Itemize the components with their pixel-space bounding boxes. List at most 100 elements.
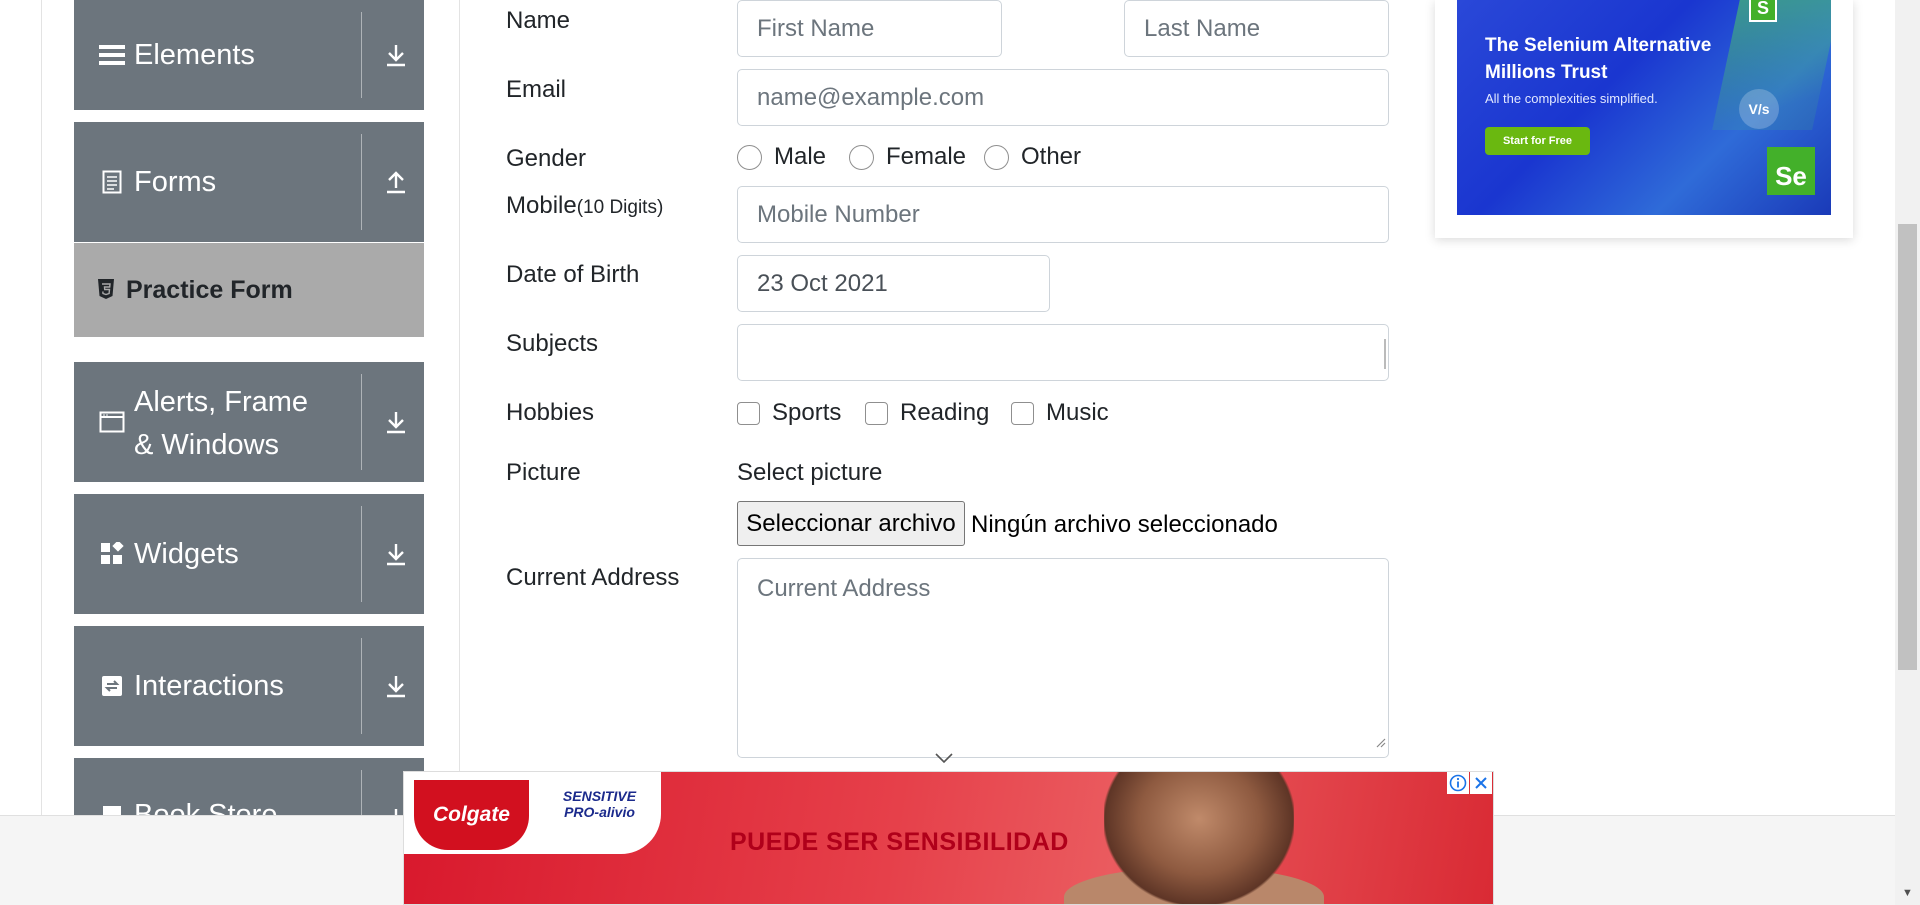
gender-label: Gender <box>506 145 587 172</box>
radio-circle[interactable] <box>737 144 762 170</box>
sidebar-group-label: Book Store <box>134 799 278 815</box>
ad-photo-woman <box>1104 772 1294 904</box>
sidebar-group-label: Widgets <box>134 537 239 570</box>
vs-badge: V/s <box>1739 89 1779 129</box>
sidebar-group-label: Alerts, Frame & Windows <box>134 386 309 461</box>
email-label: Email <box>506 76 567 103</box>
checkbox-label: Reading <box>900 399 990 426</box>
ad-collapse-chevron-icon[interactable] <box>928 750 960 766</box>
checkbox-box[interactable] <box>865 401 888 425</box>
dob-label: Date of Birth <box>506 261 640 288</box>
s-badge: S <box>1749 0 1777 22</box>
hobby-checkbox-reading[interactable]: Reading <box>865 399 989 427</box>
radio-circle[interactable] <box>984 144 1009 170</box>
sidebar-group-label: Elements <box>134 38 255 71</box>
address-placeholder: Current Address <box>757 575 931 602</box>
download-arrow-icon[interactable] <box>382 540 410 568</box>
book-icon <box>98 801 126 815</box>
sidebar-right-rule <box>459 0 460 815</box>
subjects-label: Subjects <box>506 330 599 357</box>
scrollbar-thumb[interactable] <box>1898 224 1917 670</box>
interactions-icon <box>98 672 126 700</box>
ad-headline: The Selenium Alternative Millions Trust <box>1485 35 1712 83</box>
colgate-logo: Colgate <box>414 780 529 850</box>
name-label: Name <box>506 7 571 34</box>
ad-close-icon[interactable] <box>1470 772 1492 794</box>
group-divider <box>361 12 362 98</box>
gender-radio-female[interactable]: Female <box>849 143 966 171</box>
last-name-placeholder: Last Name <box>1144 14 1261 42</box>
mobile-label-text: Mobile <box>506 192 577 219</box>
radio-label: Female <box>886 143 967 170</box>
hamburger-icon <box>98 41 126 69</box>
email-placeholder: name@example.com <box>757 83 985 111</box>
choose-file-button[interactable]: Seleccionar archivo <box>737 501 965 546</box>
product-logo: SENSITIVE PRO-alivio <box>562 788 637 820</box>
hobby-checkbox-music[interactable]: Music <box>1011 399 1109 427</box>
ad-info-icon[interactable] <box>1447 772 1469 794</box>
gender-radio-male[interactable]: Male <box>737 143 826 171</box>
document-icon <box>98 168 126 196</box>
radio-circle[interactable] <box>849 144 874 170</box>
input-caret <box>1384 339 1386 369</box>
ad-banner-colgate[interactable]: Colgate SENSITIVE PRO-alivio PUEDE SER S… <box>403 771 1494 905</box>
download-arrow-icon[interactable] <box>382 408 410 436</box>
ad-logo-area: Colgate SENSITIVE PRO-alivio <box>404 772 661 854</box>
group-divider <box>361 638 362 734</box>
file-status-text: Ningún archivo seleccionado <box>971 511 1278 538</box>
last-name-input[interactable]: Last Name <box>1124 0 1389 57</box>
download-arrow-icon[interactable] <box>382 41 410 69</box>
mobile-label: Mobile(10 Digits) <box>506 192 663 220</box>
ad-subline: All the complexities simplified. <box>1485 91 1658 106</box>
html5-icon <box>96 278 118 302</box>
picture-prompt: Select picture <box>737 459 883 486</box>
sidebar-group-forms[interactable]: Forms <box>74 122 424 242</box>
window-icon <box>98 408 126 436</box>
group-divider <box>361 374 362 470</box>
sidebar-group-alerts[interactable]: Alerts, Frame & Windows <box>74 362 424 482</box>
group-divider <box>361 770 362 815</box>
sidebar-group-elements[interactable]: Elements <box>74 0 424 110</box>
dob-input[interactable]: 23 Oct 2021 <box>737 255 1050 312</box>
sidebar-group-interactions[interactable]: Interactions <box>74 626 424 746</box>
address-label: Current Address <box>506 564 680 591</box>
checkbox-box[interactable] <box>1011 401 1034 425</box>
group-divider <box>361 506 362 602</box>
address-textarea[interactable]: Current Address <box>737 558 1389 758</box>
sidebar-group-label: Interactions <box>134 669 284 702</box>
resize-handle-icon[interactable] <box>1374 727 1386 755</box>
mobile-input[interactable]: Mobile Number <box>737 186 1389 243</box>
download-arrow-icon[interactable] <box>382 672 410 700</box>
sidebar-item-label: Practice Form <box>126 275 293 304</box>
checkbox-box[interactable] <box>737 401 760 425</box>
first-name-placeholder: First Name <box>757 14 875 42</box>
sidebar-item-practice-form[interactable]: Practice Form <box>74 243 424 337</box>
sidebar-group-widgets[interactable]: Widgets <box>74 494 424 614</box>
subjects-input[interactable] <box>737 324 1389 381</box>
ad-cta-button[interactable]: Start for Free <box>1485 127 1590 155</box>
selenium-badge: Se <box>1767 147 1815 195</box>
sidebar-group-book-store[interactable]: Book Store <box>74 758 424 815</box>
ad-card-selenium[interactable]: S The Selenium Alternative Millions Trus… <box>1435 0 1853 238</box>
radio-label: Other <box>1021 143 1082 170</box>
upload-arrow-icon[interactable] <box>382 168 410 196</box>
first-name-input[interactable]: First Name <box>737 0 1002 57</box>
hobby-checkbox-sports[interactable]: Sports <box>737 399 841 427</box>
checkbox-label: Music <box>1046 399 1109 426</box>
sidebar-group-label: Forms <box>134 165 217 198</box>
ad-headline: PUEDE SER SENSIBILIDAD <box>730 828 1069 856</box>
checkbox-label: Sports <box>772 399 842 426</box>
widgets-icon <box>98 540 126 568</box>
ad-banner[interactable]: S The Selenium Alternative Millions Trus… <box>1457 0 1831 215</box>
gender-radio-other[interactable]: Other <box>984 143 1081 171</box>
mobile-hint: (10 Digits) <box>576 197 664 218</box>
page-left-rule <box>41 0 42 815</box>
dob-value: 23 Oct 2021 <box>757 269 888 297</box>
mobile-placeholder: Mobile Number <box>757 200 920 228</box>
radio-label: Male <box>774 143 827 170</box>
picture-label: Picture <box>506 459 581 486</box>
email-input[interactable]: name@example.com <box>737 69 1389 126</box>
group-divider <box>361 134 362 230</box>
scroll-down-arrow-icon[interactable]: ▼ <box>1898 884 1917 902</box>
hobbies-label: Hobbies <box>506 399 595 426</box>
